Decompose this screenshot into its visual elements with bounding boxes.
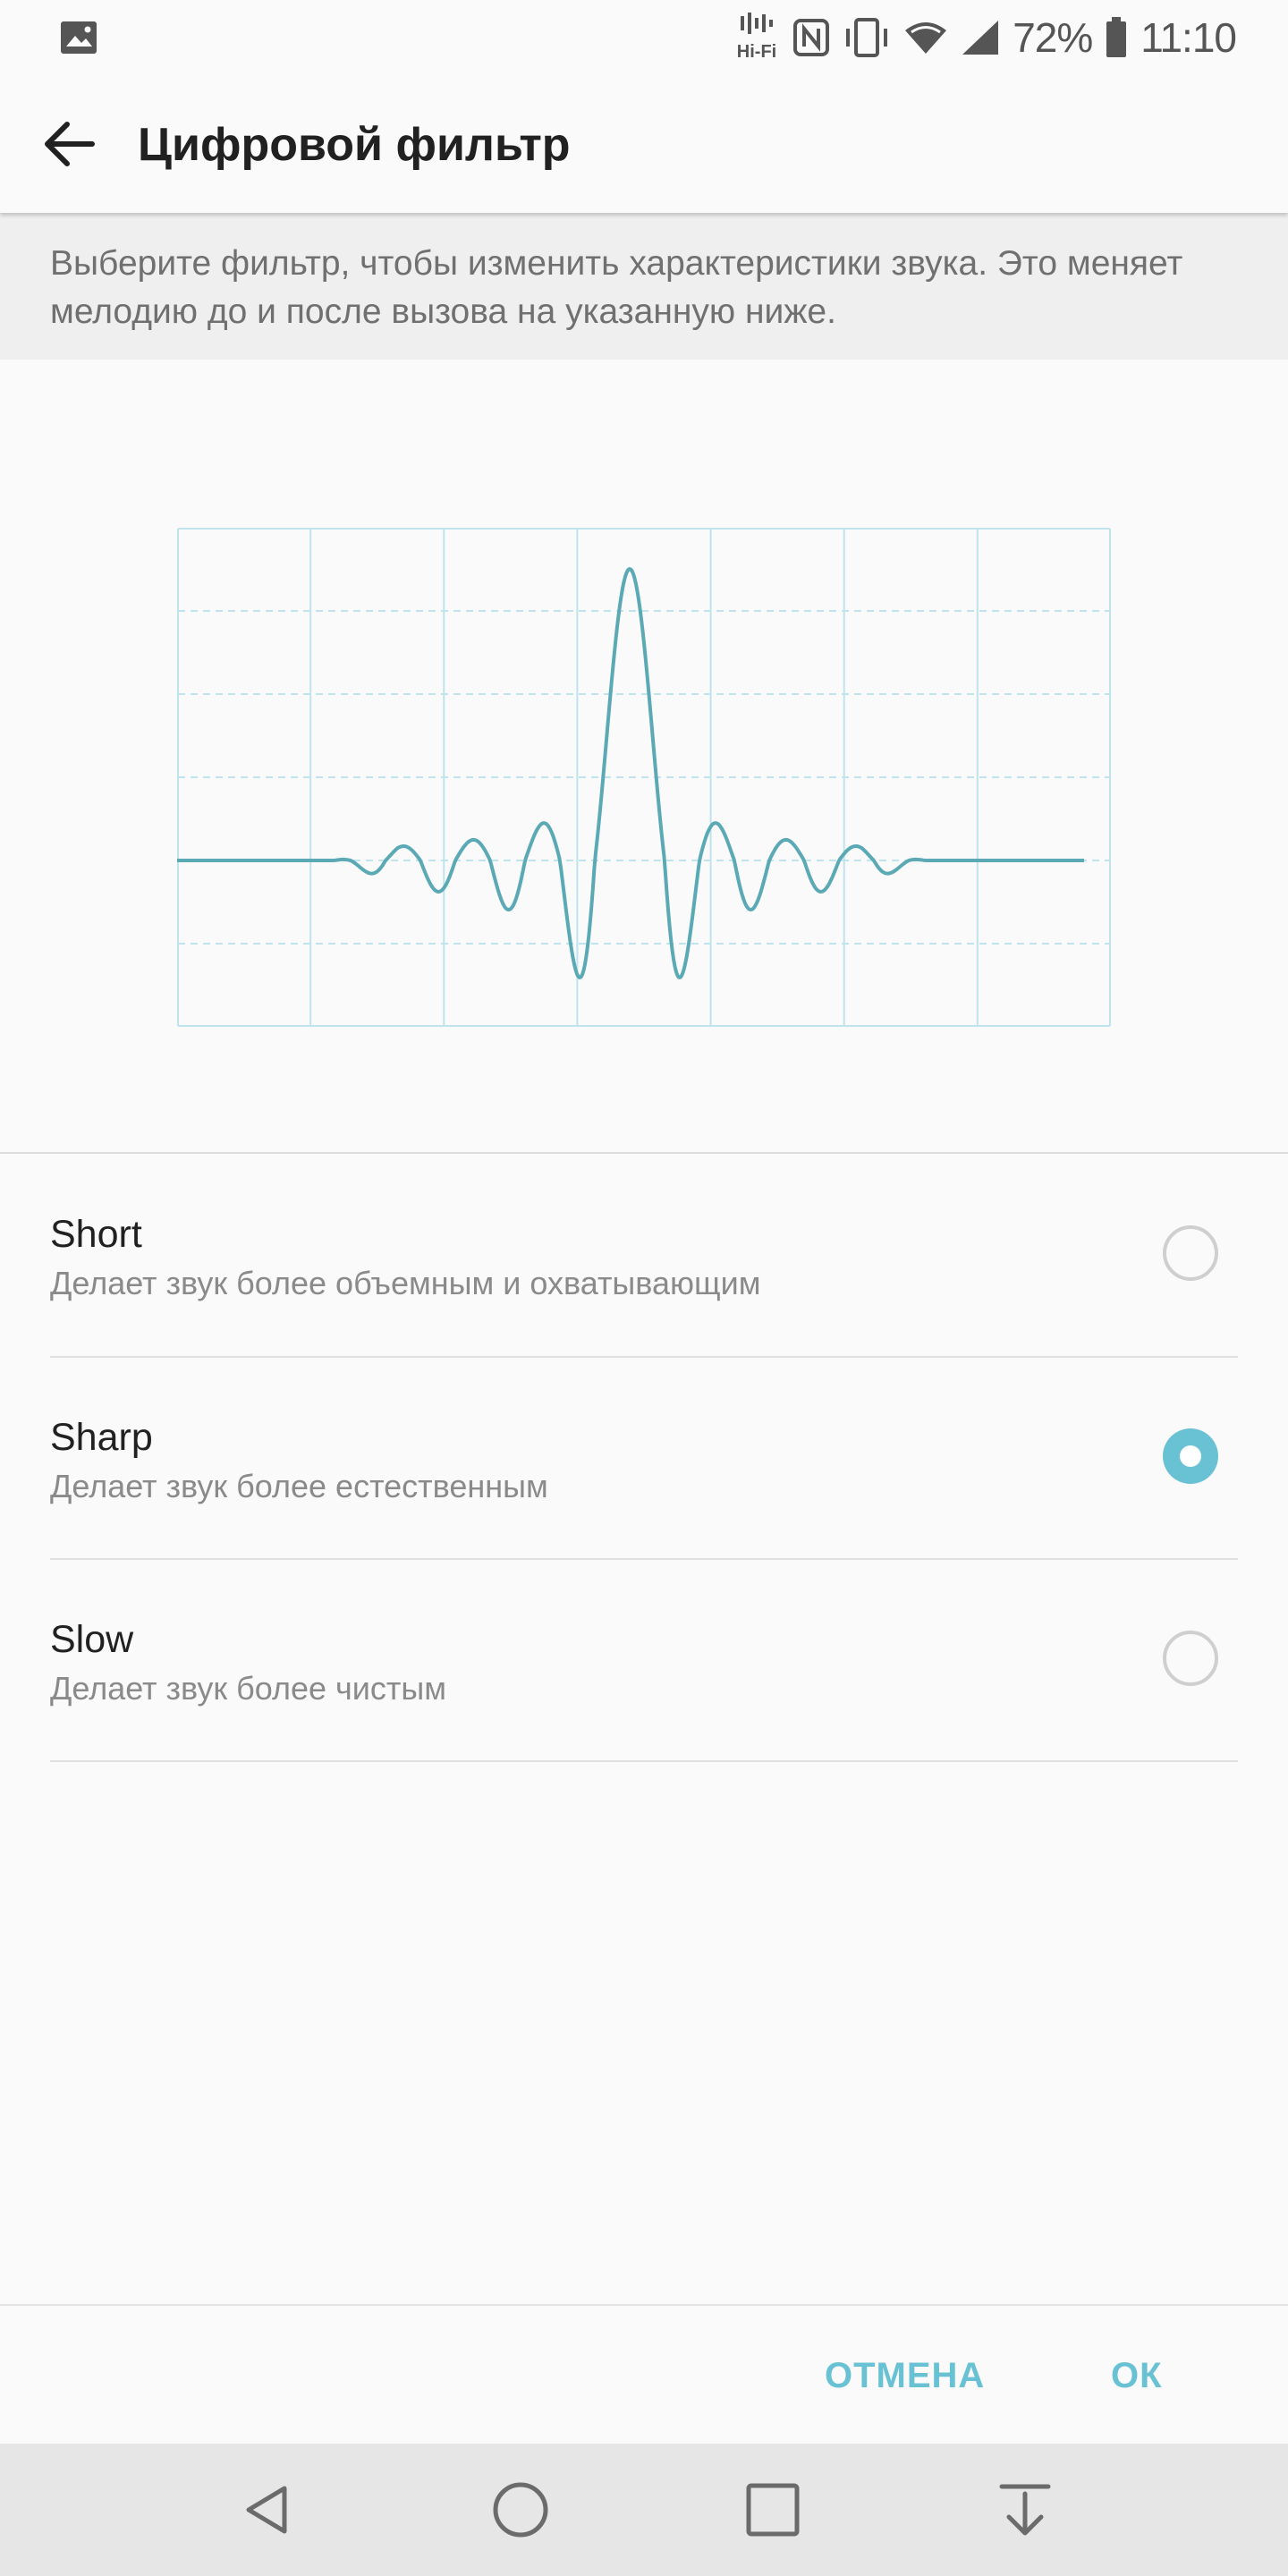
home-circle-icon: [493, 2482, 548, 2538]
nav-back-button[interactable]: [234, 2478, 299, 2542]
back-button[interactable]: [36, 111, 102, 177]
description-text: Выберите фильтр, чтобы изменить характер…: [50, 244, 1183, 331]
cancel-button[interactable]: ОТМЕНА: [825, 2356, 985, 2396]
nav-notifications-button[interactable]: [993, 2478, 1057, 2542]
navigation-bar: [0, 2444, 1288, 2576]
radio-short[interactable]: [1163, 1225, 1218, 1281]
row-divider: [50, 1760, 1238, 1762]
nfc-icon: [793, 19, 830, 56]
recents-square-icon: [746, 2483, 800, 2537]
battery-icon: [1106, 17, 1127, 57]
notifications-down-icon: [999, 2484, 1051, 2536]
page-title: Цифровой фильтр: [138, 119, 571, 171]
option-title: Slow: [50, 1618, 134, 1661]
option-subtitle: Делает звук более естественным: [50, 1468, 548, 1504]
hifi-icon: Hi-Fi: [737, 13, 776, 62]
chart-grid: [177, 528, 1111, 1027]
radio-slow[interactable]: [1163, 1631, 1218, 1686]
option-title: Short: [50, 1213, 142, 1256]
option-sharp[interactable]: Sharp Делает звук более естественным: [50, 1357, 1238, 1559]
battery-percent: 72%: [1013, 14, 1093, 61]
ok-button[interactable]: ОК: [1111, 2356, 1163, 2396]
impulse-response-waveform: [177, 567, 1085, 979]
arrow-back-icon: [45, 122, 95, 166]
filter-response-chart: [0, 360, 1288, 1152]
option-subtitle: Делает звук более чистым: [50, 1670, 447, 1707]
hifi-label: Hi-Fi: [737, 42, 776, 62]
status-bar: Hi-Fi 72% 11:10: [0, 0, 1288, 75]
clock: 11:10: [1140, 14, 1237, 61]
nav-recents-button[interactable]: [741, 2478, 805, 2542]
signal-icon: [962, 21, 999, 55]
radio-sharp[interactable]: [1163, 1428, 1218, 1484]
nav-home-button[interactable]: [488, 2478, 553, 2542]
option-short[interactable]: Short Делает звук более объемным и охват…: [50, 1154, 1238, 1356]
wifi-icon: [905, 22, 947, 54]
description-panel: Выберите фильтр, чтобы изменить характер…: [0, 213, 1288, 360]
impulse-response-graph: [177, 528, 1111, 1027]
option-subtitle: Делает звук более объемным и охватывающи…: [50, 1265, 761, 1301]
option-slow[interactable]: Slow Делает звук более чистым: [50, 1559, 1238, 1761]
image-icon: [61, 21, 97, 54]
back-triangle-icon: [246, 2486, 287, 2534]
option-title: Sharp: [50, 1416, 153, 1459]
vibrate-icon: [846, 18, 888, 57]
app-bar: Цифровой фильтр: [0, 75, 1288, 213]
dialog-button-bar: ОТМЕНА ОК: [0, 2304, 1288, 2445]
